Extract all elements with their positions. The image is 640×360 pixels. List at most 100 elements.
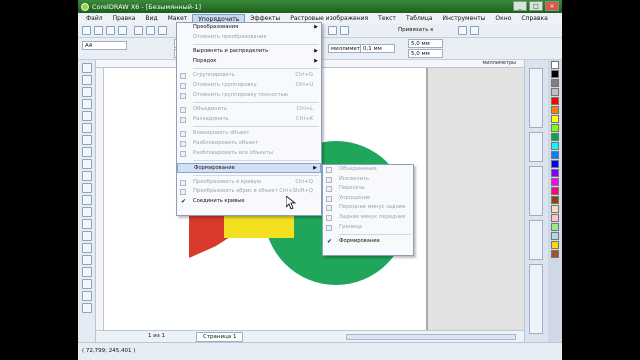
zoom-icon[interactable] xyxy=(328,26,337,35)
shape-tool-icon[interactable] xyxy=(82,75,92,85)
menu-item-group[interactable]: Сгруппировать Ctrl+G xyxy=(177,71,321,81)
outline-tool-icon[interactable] xyxy=(82,267,92,277)
palette-swatch[interactable] xyxy=(551,61,559,69)
basic-shapes-tool-icon[interactable] xyxy=(82,171,92,181)
palette-swatch[interactable] xyxy=(551,187,559,195)
menu-item-combine[interactable]: Объединить Ctrl+L xyxy=(177,105,321,115)
palette-swatch[interactable] xyxy=(551,115,559,123)
cut-icon[interactable] xyxy=(134,26,143,35)
menu-item-join-curves[interactable]: ✔ Соединить кривые xyxy=(177,197,321,207)
smart-fill-tool-icon[interactable] xyxy=(82,123,92,133)
submenu-item-intersect[interactable]: Пересечь xyxy=(323,184,413,194)
palette-swatch[interactable] xyxy=(551,160,559,168)
maximize-button[interactable]: □ xyxy=(529,1,543,11)
menu-file[interactable]: Файл xyxy=(81,14,108,24)
submenu-item-back-minus-front[interactable]: Задние минус передние xyxy=(323,213,413,223)
close-button[interactable]: × xyxy=(545,1,559,11)
menu-item-lock-object[interactable]: Блокировать объект xyxy=(177,129,321,139)
fill-tool-icon[interactable] xyxy=(82,279,92,289)
menu-table[interactable]: Таблица xyxy=(401,14,438,24)
menu-item-break-apart[interactable]: Разъединить Ctrl+K xyxy=(177,115,321,125)
palette-swatch[interactable] xyxy=(551,232,559,240)
menu-item-ungroup-all[interactable]: Отменить группировку полностью xyxy=(177,91,321,101)
palette-swatch[interactable] xyxy=(551,178,559,186)
pick-tool-icon[interactable] xyxy=(82,63,92,73)
submenu-item-trim[interactable]: Исключить xyxy=(323,175,413,185)
palette-swatch[interactable] xyxy=(551,79,559,87)
menu-item-unlock-object[interactable]: Разблокировать объект xyxy=(177,139,321,149)
palette-swatch[interactable] xyxy=(551,151,559,159)
menu-text[interactable]: Текст xyxy=(373,14,401,24)
menu-item-order[interactable]: Порядок ▶ xyxy=(177,57,321,67)
rectangle-tool-icon[interactable] xyxy=(82,135,92,145)
palette-swatch[interactable] xyxy=(551,124,559,132)
new-document-icon[interactable] xyxy=(82,26,91,35)
connector-tool-icon[interactable] xyxy=(82,219,92,229)
menu-edit[interactable]: Правка xyxy=(108,14,141,24)
palette-swatch[interactable] xyxy=(551,106,559,114)
minimize-button[interactable]: _ xyxy=(513,1,527,11)
palette-swatch[interactable] xyxy=(551,214,559,222)
print-icon[interactable] xyxy=(118,26,127,35)
crop-tool-icon[interactable] xyxy=(82,87,92,97)
menu-window[interactable]: Окно xyxy=(490,14,516,24)
horizontal-scrollbar[interactable] xyxy=(346,334,516,340)
full-screen-icon[interactable] xyxy=(340,26,349,35)
table-tool-icon[interactable] xyxy=(82,195,92,205)
palette-swatch[interactable] xyxy=(551,142,559,150)
docker-tab-transform[interactable] xyxy=(529,220,543,260)
menu-item-outline-to-object[interactable]: Преобразовать абрис в объект Ctrl+Shift+Q xyxy=(177,187,321,197)
menu-item-unlock-all[interactable]: Разблокировать все объекты xyxy=(177,149,321,159)
paste-icon[interactable] xyxy=(158,26,167,35)
menu-item-convert-to-curves[interactable]: Преобразовать в кривую Ctrl+Q xyxy=(177,178,321,188)
submenu-item-weld[interactable]: Объединение xyxy=(323,165,413,175)
menu-item-ungroup[interactable]: Отменить группировку Ctrl+U xyxy=(177,81,321,91)
nudge-field[interactable]: 0,1 мм xyxy=(360,44,395,53)
palette-swatch[interactable] xyxy=(551,97,559,105)
menu-item-clear-transformations[interactable]: Отменить преобразования xyxy=(177,33,321,43)
palette-swatch[interactable] xyxy=(551,70,559,78)
submenu-item-simplify[interactable]: Упрощение xyxy=(323,194,413,204)
submenu-item-boundary[interactable]: Граница xyxy=(323,223,413,233)
eyedropper-tool-icon[interactable] xyxy=(82,255,92,265)
dimension-tool-icon[interactable] xyxy=(82,207,92,217)
vertical-ruler[interactable] xyxy=(96,68,104,330)
save-icon[interactable] xyxy=(106,26,115,35)
submenu-item-front-minus-back[interactable]: Передние минус задние xyxy=(323,203,413,213)
transparency-tool-icon[interactable] xyxy=(82,243,92,253)
palette-swatch[interactable] xyxy=(551,133,559,141)
ellipse-tool-icon[interactable] xyxy=(82,147,92,157)
menu-item-shaping[interactable]: Формирование ▶ xyxy=(177,163,321,173)
snap-to-label[interactable]: Привязать к xyxy=(398,27,434,33)
launch-icon[interactable] xyxy=(470,26,479,35)
menu-tools[interactable]: Инструменты xyxy=(437,14,490,24)
duplicate-x-field[interactable]: 5,0 мм xyxy=(408,39,443,48)
zoom-tool-icon[interactable] xyxy=(82,99,92,109)
docker-tab-object-manager[interactable] xyxy=(529,166,543,216)
blend-tool-icon[interactable] xyxy=(82,231,92,241)
text-tool-icon[interactable] xyxy=(82,183,92,193)
open-icon[interactable] xyxy=(94,26,103,35)
submenu-item-shaping-docker[interactable]: ✔ Формирование xyxy=(323,237,413,247)
menu-help[interactable]: Справка xyxy=(516,14,552,24)
palette-swatch[interactable] xyxy=(551,169,559,177)
docker-tab-hints[interactable] xyxy=(529,132,543,162)
palette-swatch[interactable] xyxy=(551,223,559,231)
palette-swatch[interactable] xyxy=(551,250,559,258)
interactive-fill-tool-icon[interactable] xyxy=(82,291,92,301)
palette-swatch[interactable] xyxy=(551,205,559,213)
palette-swatch[interactable] xyxy=(551,241,559,249)
options-icon[interactable] xyxy=(458,26,467,35)
polygon-tool-icon[interactable] xyxy=(82,159,92,169)
page-tab[interactable]: Страница 1 xyxy=(196,332,244,342)
docker-tab-shaping[interactable] xyxy=(529,264,543,334)
palette-swatch[interactable] xyxy=(551,196,559,204)
page-size-select[interactable]: A4 xyxy=(82,41,127,50)
menu-item-transformations[interactable]: Преобразования ▶ xyxy=(177,23,321,33)
freehand-tool-icon[interactable] xyxy=(82,111,92,121)
menu-view[interactable]: Вид xyxy=(140,14,162,24)
menu-item-align-distribute[interactable]: Выровнять и распределить ▶ xyxy=(177,47,321,57)
palette-swatch[interactable] xyxy=(551,88,559,96)
duplicate-y-field[interactable]: 5,0 мм xyxy=(408,49,443,58)
mesh-fill-tool-icon[interactable] xyxy=(82,303,92,313)
